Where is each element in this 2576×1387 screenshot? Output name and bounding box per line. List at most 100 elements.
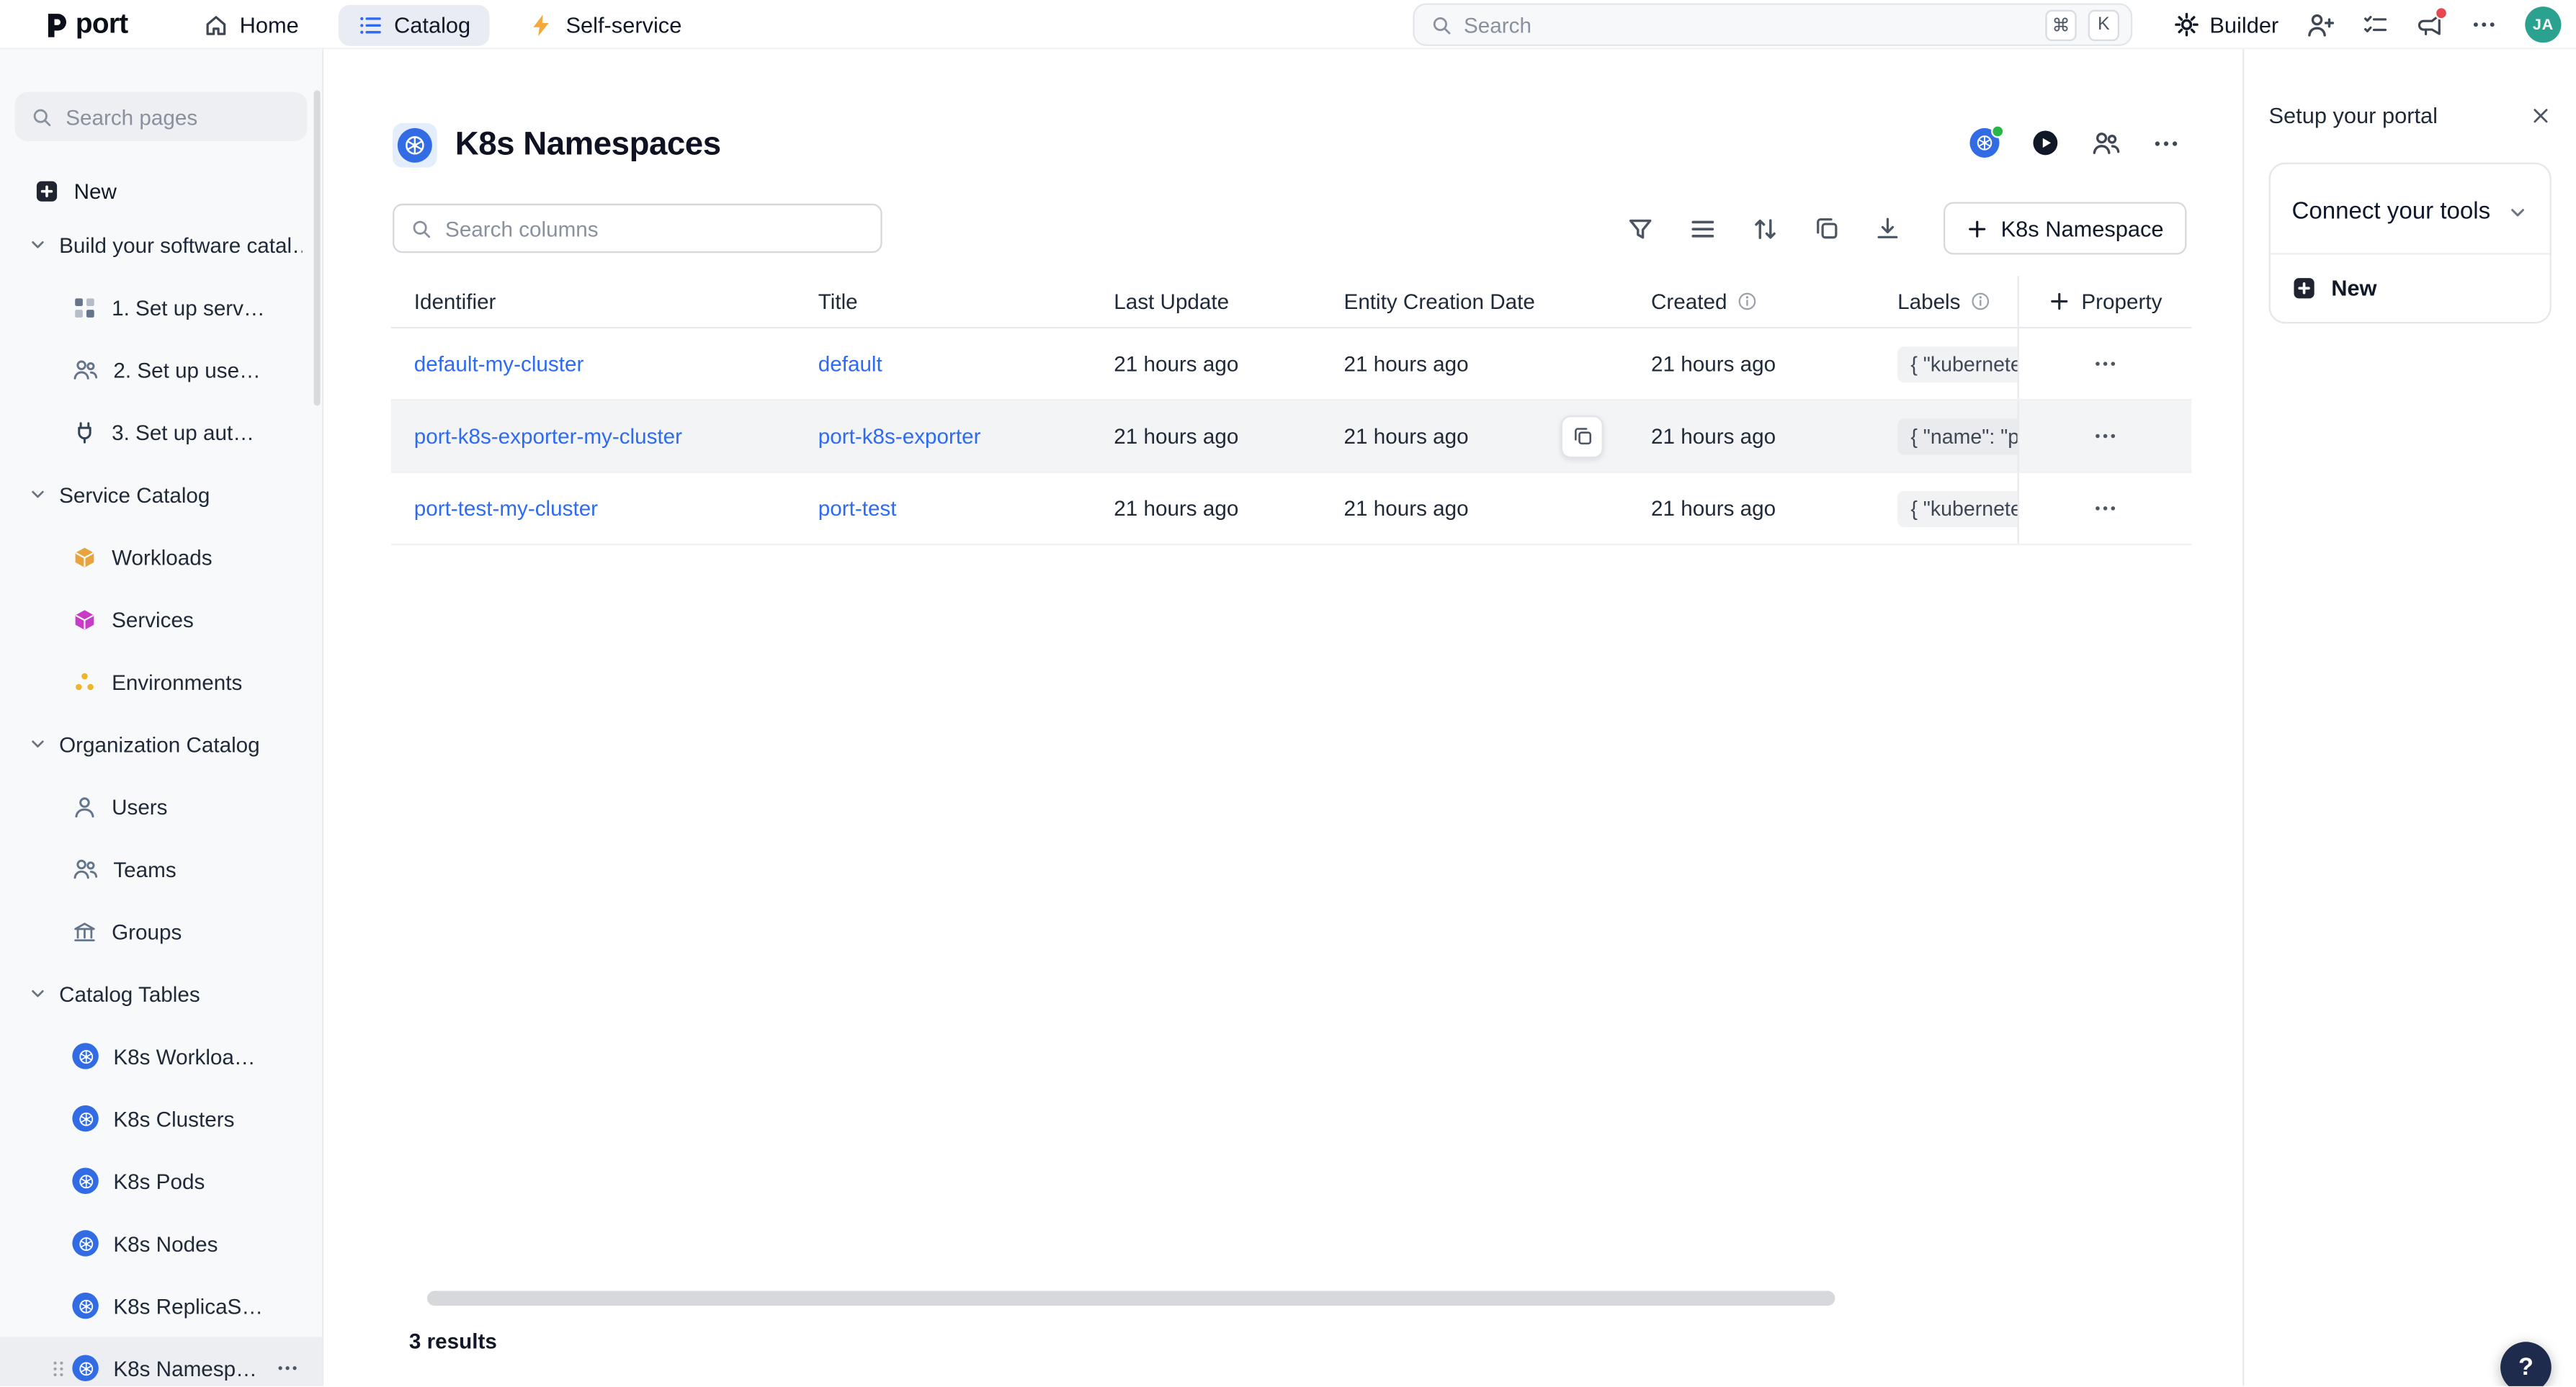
sidebar-item-setup-automations[interactable]: 3. Set up aut… <box>0 400 322 463</box>
title-link[interactable]: default <box>818 351 882 376</box>
sidebar-item-services[interactable]: Services <box>0 588 322 650</box>
entity-creation-date-value: 21 hours ago <box>1344 351 1469 376</box>
notifications-button[interactable] <box>2417 12 2443 37</box>
sidebar-scrollbar[interactable] <box>314 90 321 405</box>
created-value: 21 hours ago <box>1651 496 1776 521</box>
toolbar-actions: K8s Namespace <box>1627 202 2187 255</box>
catalog-list-icon <box>358 12 383 37</box>
column-header-created[interactable]: Created <box>1628 276 1874 327</box>
ellipsis-icon <box>2093 351 2118 376</box>
copy-table-button[interactable] <box>1814 215 1840 241</box>
table-row[interactable]: port-k8s-exporter-my-cluster port-k8s-ex… <box>391 400 2192 472</box>
created-value: 21 hours ago <box>1651 423 1776 448</box>
ellipsis-icon <box>2152 129 2181 157</box>
nav-catalog-label: Catalog <box>394 12 470 37</box>
close-button[interactable] <box>2530 105 2552 127</box>
column-header-labels[interactable]: Labels <box>1874 276 2017 327</box>
sidebar-search-input[interactable] <box>66 104 290 129</box>
sidebar-item-groups[interactable]: Groups <box>0 900 322 963</box>
sidebar-item-k8s-clusters[interactable]: K8s Clusters <box>0 1087 322 1150</box>
group-by-button[interactable] <box>1689 215 1717 243</box>
nav-self-service[interactable]: Self-service <box>510 4 702 45</box>
info-icon[interactable] <box>1737 291 1758 313</box>
sidebar-section-catalog-tables[interactable]: Catalog Tables <box>0 962 322 1025</box>
sidebar-new-button[interactable]: New <box>0 168 322 214</box>
nav-catalog[interactable]: Catalog <box>339 4 491 45</box>
identifier-link[interactable]: port-k8s-exporter-my-cluster <box>414 423 682 448</box>
item-menu-icon[interactable] <box>276 1357 299 1380</box>
sidebar-item-workloads[interactable]: Workloads <box>0 526 322 588</box>
sidebar-item-setup-users[interactable]: 2. Set up use… <box>0 338 322 401</box>
global-search[interactable]: ⌘ K <box>1413 4 2132 46</box>
column-header-identifier[interactable]: Identifier <box>391 276 795 327</box>
page-more-button[interactable] <box>2152 129 2181 157</box>
shortcut-k-key: K <box>2088 9 2119 40</box>
column-header-entity-creation-date[interactable]: Entity Creation Date <box>1321 276 1628 327</box>
sidebar-item-setup-service[interactable]: 1. Set up serv… <box>0 276 322 338</box>
table-row[interactable]: port-test-my-cluster port-test 21 hours … <box>391 473 2192 545</box>
search-icon <box>1431 14 1452 35</box>
sidebar-search[interactable] <box>15 92 308 141</box>
sidebar-item-environments[interactable]: Environments <box>0 650 322 713</box>
connect-tools-header[interactable]: Connect your tools <box>2271 164 2550 254</box>
setup-new-button[interactable]: New <box>2271 254 2550 322</box>
sort-button[interactable] <box>1751 215 1779 243</box>
data-source-button[interactable] <box>1969 128 1999 158</box>
info-icon[interactable] <box>1970 291 1992 313</box>
blocks-icon <box>72 295 97 319</box>
help-button[interactable]: ? <box>2500 1342 2552 1386</box>
nav-home-label: Home <box>240 12 299 37</box>
identifier-link[interactable]: default-my-cluster <box>414 351 584 376</box>
port-logo[interactable]: port <box>43 8 128 41</box>
sidebar-section-service-catalog[interactable]: Service Catalog <box>0 463 322 526</box>
audience-button[interactable] <box>2091 128 2121 158</box>
workloads-cube-icon <box>72 544 97 569</box>
sidebar-item-teams[interactable]: Teams <box>0 838 322 900</box>
filter-button[interactable] <box>1627 215 1655 243</box>
add-entity-button[interactable]: K8s Namespace <box>1944 202 2187 255</box>
row-menu-button[interactable] <box>2086 490 2124 527</box>
sidebar-item-k8s-pods[interactable]: K8s Pods <box>0 1149 322 1212</box>
setup-panel-title: Setup your portal <box>2269 104 2438 128</box>
search-columns[interactable] <box>393 204 882 253</box>
sidebar-item-k8s-replicasets[interactable]: K8s ReplicaS… <box>0 1275 322 1337</box>
search-columns-input[interactable] <box>445 216 864 241</box>
checklist-button[interactable] <box>2363 12 2389 37</box>
global-search-input[interactable] <box>1464 12 2034 37</box>
checklist-icon <box>2363 12 2389 37</box>
identifier-link[interactable]: port-test-my-cluster <box>414 496 598 521</box>
nav-self-service-label: Self-service <box>565 12 681 37</box>
title-link[interactable]: port-test <box>818 496 897 521</box>
title-link[interactable]: port-k8s-exporter <box>818 423 981 448</box>
more-menu-button[interactable] <box>2471 12 2497 37</box>
sidebar-item-k8s-namespaces[interactable]: K8s Namesp… <box>0 1337 322 1386</box>
play-button[interactable] <box>2031 128 2060 158</box>
port-logo-icon <box>43 9 73 40</box>
table-row[interactable]: default-my-cluster default 21 hours ago … <box>391 328 2192 400</box>
page-icon <box>393 123 437 168</box>
nav-home[interactable]: Home <box>184 4 318 45</box>
sidebar-item-k8s-workloads[interactable]: K8s Workloa… <box>0 1025 322 1087</box>
people-icon <box>72 856 98 881</box>
invite-users-button[interactable] <box>2307 11 2335 39</box>
export-button[interactable] <box>1874 215 1900 241</box>
copy-cell-button[interactable] <box>1561 415 1604 457</box>
sidebar-item-k8s-nodes[interactable]: K8s Nodes <box>0 1212 322 1275</box>
column-header-last-update[interactable]: Last Update <box>1091 276 1320 327</box>
sync-status-dot <box>1991 125 2004 138</box>
sidebar-item-users[interactable]: Users <box>0 775 322 838</box>
avatar[interactable]: JA <box>2525 6 2561 42</box>
row-menu-button[interactable] <box>2086 417 2124 454</box>
chevron-down-icon <box>28 485 48 504</box>
sidebar-section-build-catalog[interactable]: Build your software catal… <box>0 213 322 276</box>
builder-label: Builder <box>2209 12 2278 37</box>
sidebar-section-organization-catalog[interactable]: Organization Catalog <box>0 713 322 776</box>
page-header: K8s Namespaces <box>393 123 721 168</box>
add-property-button[interactable]: Property <box>2049 289 2163 313</box>
column-header-title[interactable]: Title <box>795 276 1091 327</box>
builder-button[interactable]: Builder <box>2173 12 2278 37</box>
row-menu-button[interactable] <box>2086 345 2124 382</box>
drag-handle-icon[interactable] <box>48 1357 69 1379</box>
created-value: 21 hours ago <box>1651 351 1776 376</box>
horizontal-scrollbar[interactable] <box>427 1291 1835 1306</box>
